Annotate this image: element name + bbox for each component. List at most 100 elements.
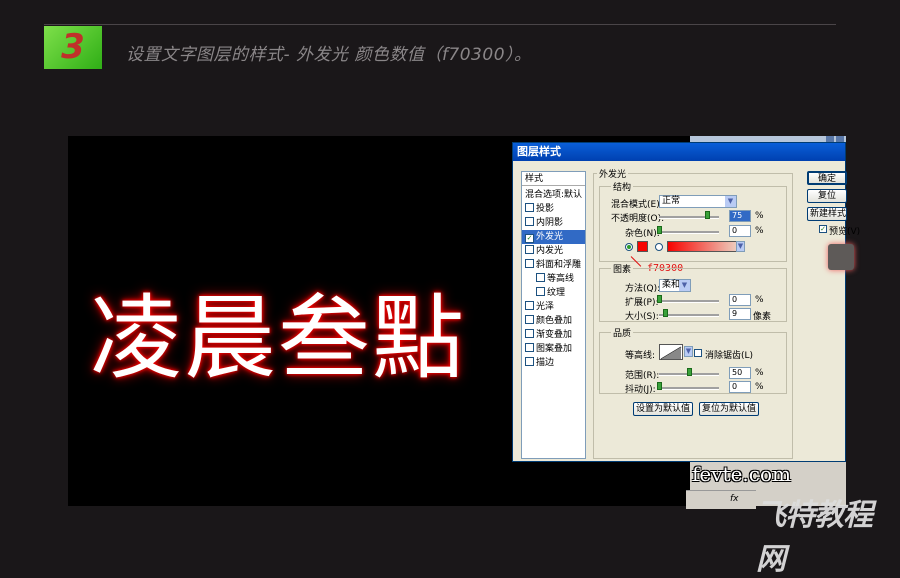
blend-mode-select[interactable]: 正常 ▼ — [659, 195, 737, 208]
noise-slider-thumb[interactable] — [657, 226, 662, 234]
chevron-down-icon: ▼ — [679, 280, 690, 291]
contour-dropdown[interactable]: ▼ — [684, 346, 693, 357]
style-item-label: 图案叠加 — [536, 344, 573, 354]
style-item-pattern-overlay[interactable]: 图案叠加 — [522, 342, 585, 356]
style-item-bevel-emboss[interactable]: 斜面和浮雕 — [522, 258, 585, 272]
jitter-input[interactable]: 0 — [729, 381, 751, 393]
style-item-stroke[interactable]: 描边 — [522, 356, 585, 370]
jitter-percent: % — [755, 382, 764, 392]
dialog-title: 图层样式 — [513, 143, 845, 161]
style-preview-thumbnail — [828, 244, 854, 270]
style-item-label: 斜面和浮雕 — [536, 260, 582, 270]
fx-icon[interactable]: fx — [730, 494, 739, 504]
layer-style-dialog: 图层样式 样式 混合选项:默认 投影 内阴影 ✓ 外发光 内发光 斜面和浮雕 等高… — [512, 142, 860, 462]
checkbox-icon[interactable] — [525, 203, 534, 212]
new-style-button[interactable]: 新建样式(W)... — [807, 207, 847, 221]
spread-input[interactable]: 0 — [729, 294, 751, 306]
quality-title: 品质 — [611, 326, 634, 339]
size-label: 大小(S): — [625, 312, 659, 322]
checkbox-icon[interactable] — [536, 273, 545, 282]
header-divider — [44, 24, 836, 25]
antialias-checkbox[interactable] — [694, 349, 702, 357]
style-item-inner-glow[interactable]: 内发光 — [522, 244, 585, 258]
checkbox-icon[interactable] — [525, 357, 534, 366]
style-item-label: 混合选项:默认 — [525, 190, 583, 200]
chevron-down-icon: ▼ — [737, 242, 744, 251]
style-item-gradient-overlay[interactable]: 渐变叠加 — [522, 328, 585, 342]
style-list-header: 样式 — [522, 172, 585, 186]
blend-mode-value: 正常 — [662, 196, 681, 206]
noise-slider[interactable] — [659, 231, 719, 234]
contour-curve-icon — [660, 346, 682, 360]
style-item-contour[interactable]: 等高线 — [522, 272, 585, 286]
spread-slider[interactable] — [659, 300, 719, 303]
style-item-drop-shadow[interactable]: 投影 — [522, 202, 585, 216]
range-slider-thumb[interactable] — [687, 368, 692, 376]
checkbox-icon[interactable] — [525, 259, 534, 268]
opacity-input[interactable]: 75 — [729, 210, 751, 222]
antialias-label: 消除锯齿(L) — [705, 351, 754, 361]
glow-text-layer: 凌晨叁點 — [90, 285, 467, 392]
style-item-label: 渐变叠加 — [536, 330, 573, 340]
style-list: 样式 混合选项:默认 投影 内阴影 ✓ 外发光 内发光 斜面和浮雕 等高线 纹理 … — [521, 171, 586, 459]
style-item-blending-options[interactable]: 混合选项:默认 — [522, 188, 585, 202]
jitter-slider-thumb[interactable] — [657, 382, 662, 390]
checkmark-icon[interactable]: ✓ — [525, 234, 534, 243]
method-select[interactable]: 柔和 ▼ — [659, 279, 691, 292]
style-item-label: 光泽 — [536, 302, 555, 312]
checkbox-icon[interactable] — [525, 301, 534, 310]
contour-preview[interactable] — [659, 344, 683, 360]
style-item-label: 描边 — [536, 358, 555, 368]
outer-glow-title: 外发光 — [597, 167, 629, 180]
ok-button[interactable]: 确定 — [807, 171, 847, 185]
step-number: 3 — [61, 27, 85, 67]
elements-title: 图素 — [611, 262, 634, 275]
style-item-inner-shadow[interactable]: 内阴影 — [522, 216, 585, 230]
style-item-satin[interactable]: 光泽 — [522, 300, 585, 314]
checkbox-icon[interactable] — [525, 315, 534, 324]
jitter-slider[interactable] — [659, 387, 719, 390]
reset-default-button[interactable]: 复位为默认值 — [699, 402, 759, 416]
checkbox-icon[interactable] — [525, 329, 534, 338]
watermark-site: fevte.com — [692, 462, 791, 486]
size-slider[interactable] — [659, 314, 719, 317]
gradient-dropdown[interactable]: ▼ — [736, 241, 745, 252]
layers-panel-strip: fx — [686, 490, 756, 509]
style-item-outer-glow[interactable]: ✓ 外发光 — [522, 230, 585, 244]
style-item-label: 投影 — [536, 204, 555, 214]
style-item-label: 颜色叠加 — [536, 316, 573, 326]
gradient-radio[interactable] — [655, 243, 663, 251]
spread-label: 扩展(P): — [625, 298, 659, 308]
preview-checkbox[interactable]: ✓ — [819, 225, 827, 233]
contour-label: 等高线: — [625, 351, 656, 361]
checkbox-icon[interactable] — [525, 245, 534, 254]
style-item-color-overlay[interactable]: 颜色叠加 — [522, 314, 585, 328]
spread-slider-thumb[interactable] — [657, 295, 662, 303]
size-input[interactable]: 9 — [729, 308, 751, 320]
range-input[interactable]: 50 — [729, 367, 751, 379]
checkbox-icon[interactable] — [536, 287, 545, 296]
style-item-label: 内阴影 — [536, 218, 564, 228]
checkbox-icon[interactable] — [525, 217, 534, 226]
size-slider-thumb[interactable] — [663, 309, 668, 317]
step-badge: 3 — [44, 26, 102, 69]
set-default-button[interactable]: 设置为默认值 — [633, 402, 693, 416]
glow-gradient-bar[interactable] — [667, 241, 743, 252]
opacity-percent: % — [755, 211, 764, 221]
range-percent: % — [755, 368, 764, 378]
step-instruction: 设置文字图层的样式- 外发光 颜色数值（f70300）。 — [126, 45, 532, 65]
glow-color-swatch[interactable] — [637, 241, 648, 252]
style-item-label: 内发光 — [536, 246, 564, 256]
blend-mode-label: 混合模式(E): — [611, 200, 663, 210]
size-unit: 像素 — [753, 312, 772, 322]
checkbox-icon[interactable] — [525, 343, 534, 352]
solid-color-radio[interactable] — [625, 243, 633, 251]
noise-input[interactable]: 0 — [729, 225, 751, 237]
jitter-label: 抖动(J): — [625, 385, 656, 395]
reset-button[interactable]: 复位 — [807, 189, 847, 203]
method-label: 方法(Q): — [625, 284, 661, 294]
opacity-slider[interactable] — [659, 216, 719, 219]
style-item-texture[interactable]: 纹理 — [522, 286, 585, 300]
range-label: 范围(R): — [625, 371, 660, 381]
opacity-slider-thumb[interactable] — [705, 211, 710, 219]
